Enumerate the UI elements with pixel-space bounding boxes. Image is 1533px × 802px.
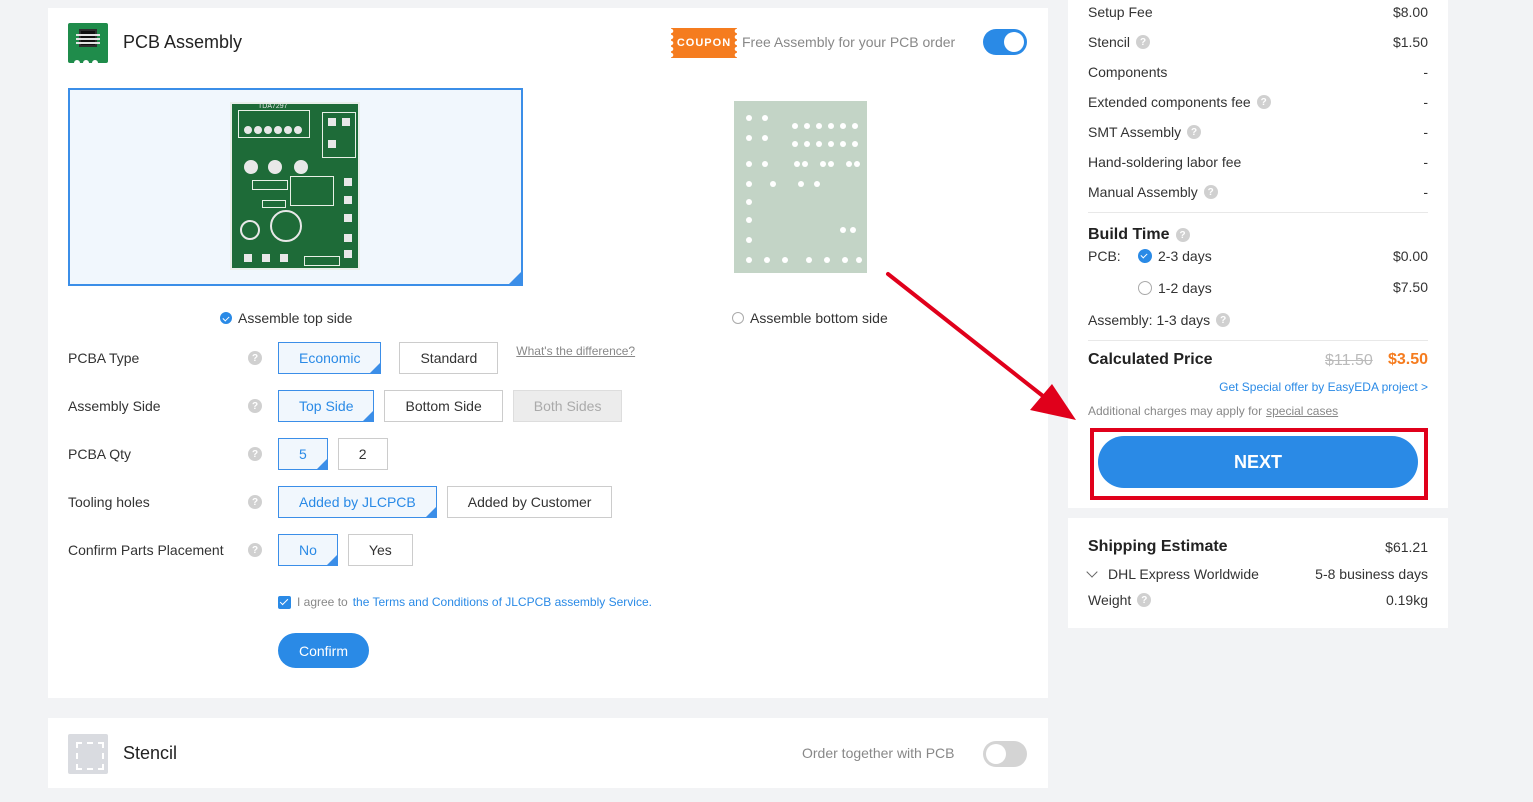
- chevron-down-icon: [1086, 566, 1098, 578]
- help-icon[interactable]: ?: [248, 495, 262, 509]
- shipping-method-row[interactable]: DHL Express Worldwide 5-8 business days: [1086, 566, 1428, 582]
- divider: [1088, 212, 1428, 213]
- tooling-holes-customer[interactable]: Added by Customer: [446, 486, 613, 518]
- tooling-holes-jlcpcb[interactable]: Added by JLCPCB: [278, 486, 437, 518]
- build-time-price: $7.50: [1392, 279, 1428, 295]
- confirm-parts-yes[interactable]: Yes: [347, 534, 413, 566]
- assembly-toggle[interactable]: [983, 29, 1027, 55]
- pcb-build-label: PCB:: [1088, 248, 1121, 264]
- help-icon[interactable]: ?: [248, 399, 262, 413]
- pcba-type-row: PCBA Type ? Economic Standard What's the…: [68, 342, 635, 374]
- stencil-title: Stencil: [123, 743, 178, 763]
- radio-checked-icon: [220, 312, 232, 324]
- radio-unchecked-icon: [732, 312, 744, 324]
- top-side-board-preview[interactable]: TDA7297: [68, 88, 523, 286]
- pcba-qty-row: PCBA Qty ? 5 2: [68, 438, 388, 470]
- price-row: Setup Fee $8.00: [1088, 4, 1428, 20]
- special-cases-link[interactable]: special cases: [1266, 404, 1338, 418]
- coupon-text: Free Assembly for your PCB order: [742, 34, 956, 50]
- help-icon[interactable]: ?: [1136, 35, 1151, 49]
- new-price: $3.50: [1387, 351, 1428, 368]
- build-time-option-1-2-days[interactable]: 1-2 days: [1138, 280, 1212, 296]
- assembly-side-row: Assembly Side ? Top Side Bottom Side Bot…: [68, 390, 623, 422]
- pcb-top-image: TDA7297: [230, 102, 360, 270]
- radio-unchecked-icon: [1138, 281, 1152, 295]
- build-time-price: $0.00: [1392, 248, 1428, 264]
- pcba-type-economic[interactable]: Economic: [278, 342, 382, 374]
- shipping-header: Shipping Estimate $61.21: [1088, 538, 1428, 556]
- confirm-parts-row: Confirm Parts Placement ? No Yes: [68, 534, 413, 566]
- assembly-side-bottom[interactable]: Bottom Side: [384, 390, 503, 422]
- help-icon[interactable]: ?: [1216, 313, 1231, 327]
- shipping-title: Shipping Estimate: [1088, 538, 1228, 555]
- whats-the-difference-link[interactable]: What's the difference?: [516, 344, 635, 358]
- shipping-estimate-card: Shipping Estimate $61.21 DHL Express Wor…: [1068, 518, 1448, 628]
- pcba-qty-5[interactable]: 5: [278, 438, 328, 470]
- help-icon[interactable]: ?: [248, 447, 262, 461]
- build-time-option-2-3-days[interactable]: 2-3 days: [1138, 248, 1212, 264]
- price-row: Manual Assembly? -: [1088, 184, 1428, 200]
- price-row: SMT Assembly? -: [1088, 124, 1428, 140]
- price-summary-card: Setup Fee $8.00 Stencil? $1.50 Component…: [1068, 0, 1448, 508]
- calculated-price-title: Calculated Price: [1088, 351, 1213, 368]
- pcb-bottom-image[interactable]: [734, 101, 867, 273]
- shipping-method: DHL Express Worldwide: [1108, 566, 1259, 582]
- stencil-icon: [68, 734, 108, 774]
- pcba-type-label: PCBA Type: [68, 350, 140, 366]
- stencil-card: Stencil Order together with PCB: [48, 718, 1048, 788]
- agree-checkbox[interactable]: [278, 595, 291, 609]
- price-row: Stencil? $1.50: [1088, 34, 1428, 50]
- additional-charges-note: Additional charges may apply for special …: [1088, 404, 1339, 418]
- assembly-time: Assembly: 1-3 days ?: [1088, 312, 1231, 328]
- special-offer-link[interactable]: Get Special offer by EasyEDA project >: [1219, 380, 1428, 394]
- shipping-duration: 5-8 business days: [1315, 566, 1428, 582]
- coupon-badge: COUPON: [671, 28, 737, 58]
- assembly-side-top[interactable]: Top Side: [278, 390, 375, 422]
- stencil-toggle[interactable]: [983, 741, 1027, 767]
- price-row: Components -: [1088, 64, 1428, 80]
- divider: [1088, 340, 1428, 341]
- pcb-assembly-card: PCB Assembly COUPON Free Assembly for yo…: [48, 8, 1048, 698]
- pcba-qty-label: PCBA Qty: [68, 446, 132, 462]
- help-icon[interactable]: ?: [1203, 185, 1218, 199]
- build-time-title: Build Time ?: [1088, 226, 1190, 244]
- terms-agreement: I agree to the Terms and Conditions of J…: [278, 595, 652, 609]
- price-row: Hand-soldering labor fee -: [1088, 154, 1428, 170]
- help-icon[interactable]: ?: [1175, 228, 1190, 242]
- radio-checked-icon: [1138, 249, 1152, 263]
- shipping-amount: $61.21: [1385, 539, 1428, 555]
- price-row: Extended components fee? -: [1088, 94, 1428, 110]
- terms-link[interactable]: the Terms and Conditions of JLCPCB assem…: [353, 595, 652, 609]
- pcb-assembly-icon: [68, 23, 108, 66]
- assembly-side-both: Both Sides: [512, 390, 623, 422]
- pcba-qty-2[interactable]: 2: [337, 438, 388, 470]
- help-icon[interactable]: ?: [1187, 125, 1202, 139]
- next-button[interactable]: NEXT: [1098, 436, 1418, 488]
- order-together-text: Order together with PCB: [802, 745, 955, 761]
- help-icon[interactable]: ?: [248, 543, 262, 557]
- board-label: TDA7297: [258, 103, 288, 110]
- weight-row: Weight? 0.19kg: [1088, 592, 1428, 608]
- tooling-holes-row: Tooling holes ? Added by JLCPCB Added by…: [68, 486, 613, 518]
- help-icon[interactable]: ?: [1137, 593, 1152, 607]
- assemble-bottom-side-option[interactable]: Assemble bottom side: [732, 310, 888, 326]
- confirm-parts-label: Confirm Parts Placement: [68, 542, 224, 558]
- tooling-holes-label: Tooling holes: [68, 494, 150, 510]
- help-icon[interactable]: ?: [248, 351, 262, 365]
- help-icon[interactable]: ?: [1256, 95, 1271, 109]
- confirm-button[interactable]: Confirm: [278, 633, 369, 668]
- assemble-top-side-option[interactable]: Assemble top side: [220, 310, 352, 326]
- pcba-type-standard[interactable]: Standard: [399, 342, 499, 374]
- assembly-side-label: Assembly Side: [68, 398, 161, 414]
- old-price: $11.50: [1325, 352, 1373, 369]
- confirm-parts-no[interactable]: No: [278, 534, 338, 566]
- section-title: PCB Assembly: [123, 32, 243, 52]
